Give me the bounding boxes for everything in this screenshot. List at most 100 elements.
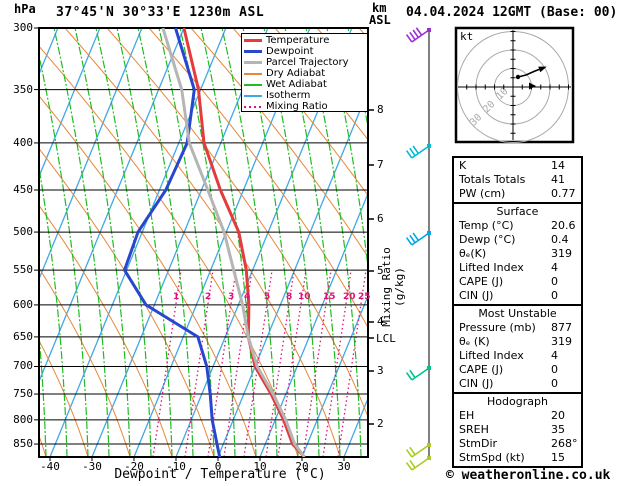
table-row-label: EH <box>459 409 474 423</box>
legend-label: Wet Adiabat <box>266 80 327 90</box>
pressure-tick-label: 500 <box>7 226 33 238</box>
table-row-label: Lifted Index <box>459 261 524 275</box>
table-row: StmSpd (kt) 15 <box>454 451 581 465</box>
run-datetime: 04.04.2024 12GMT (Base: 00) <box>406 5 617 20</box>
table-row-value: 4 <box>551 261 558 275</box>
legend-label: Isotherm <box>266 91 310 101</box>
table-row-value: 0 <box>551 377 558 391</box>
table-row-label: Pressure (mb) <box>459 321 536 335</box>
legend-line-swatch <box>244 84 262 86</box>
mixing-ratio-line-label: 4 <box>244 291 250 303</box>
legend-row: Temperature <box>244 35 367 46</box>
legend-line-swatch <box>244 73 262 75</box>
table-row-value: 20.6 <box>551 219 576 233</box>
table-row-label: θₑ(K) <box>459 247 486 261</box>
table-row: CIN (J) 0 <box>454 377 581 391</box>
wind-barb <box>407 28 431 42</box>
temperature-tick-label: 20 <box>285 461 319 473</box>
temperature-tick-label: -30 <box>75 461 109 473</box>
temperature-tick-label: -20 <box>117 461 151 473</box>
table-row-value: 319 <box>551 335 572 349</box>
legend-line-swatch <box>244 39 262 42</box>
table-row: θₑ(K)319 <box>454 247 581 261</box>
legend-line-swatch <box>244 106 262 108</box>
table-row-label: StmDir <box>459 437 497 451</box>
wind-barb <box>407 231 431 245</box>
pressure-tick-label: 750 <box>7 388 33 400</box>
indices-table-section: Most UnstablePressure (mb)877θₑ (K)319Li… <box>452 304 583 394</box>
table-row-label: θₑ (K) <box>459 335 490 349</box>
table-row: CAPE (J) 0 <box>454 275 581 289</box>
legend-label: Mixing Ratio <box>266 102 328 112</box>
legend-line-swatch <box>244 61 262 64</box>
legend-label: Dry Adiabat <box>266 69 325 79</box>
table-row: CIN (J)0 <box>454 289 581 303</box>
table-row: PW (cm)0.77 <box>454 187 581 201</box>
mixing-ratio-line-label: 20 <box>343 291 356 303</box>
indices-table-section: K 14 Totals Totals 41PW (cm)0.77 <box>452 156 583 204</box>
indices-tables: K14Totals Totals41PW (cm)0.77SurfaceTemp… <box>452 156 583 468</box>
temperature-tick-label: -10 <box>159 461 193 473</box>
hodograph-unit-label: kt <box>460 30 473 43</box>
table-row-value: 14 <box>551 159 565 173</box>
table-row-label: Totals Totals <box>459 173 525 187</box>
wind-barb <box>407 456 431 470</box>
legend-line-swatch <box>244 50 262 53</box>
pressure-tick-label: 300 <box>7 22 33 34</box>
altitude-tick-label: 3 <box>377 365 384 377</box>
mixing-ratio-line-label: 15 <box>323 291 336 303</box>
wind-barb <box>407 443 431 457</box>
lcl-marker-label: LCL <box>376 332 396 345</box>
table-row: Totals Totals 41 <box>454 173 581 187</box>
temperature-tick-label: 30 <box>327 461 361 473</box>
table-row: CAPE (J) 0 <box>454 363 581 377</box>
table-row-value: 0 <box>551 275 558 289</box>
altitude-tick-label: 7 <box>377 159 384 171</box>
indices-table-section: SurfaceTemp (°C) 20.6Dewp (°C)0.4θₑ(K)319… <box>452 202 583 306</box>
temperature-tick-label: -40 <box>33 461 67 473</box>
table-row-label: Temp (°C) <box>459 219 514 233</box>
table-row: K 14 <box>454 159 581 173</box>
table-row-value: 0 <box>551 363 558 377</box>
table-row-value: 15 <box>551 451 565 465</box>
pressure-axis-unit: hPa <box>14 2 36 16</box>
altitude-tick-label: 2 <box>377 418 384 430</box>
table-row: Lifted Index4 <box>454 349 581 363</box>
footer-credit: © weatheronline.co.uk <box>446 468 610 483</box>
table-row: θₑ (K) 319 <box>454 335 581 349</box>
altitude-tick-label: 6 <box>377 213 384 225</box>
mixing-ratio-line-label: 2 <box>205 291 211 303</box>
temperature-tick-label: 10 <box>243 461 277 473</box>
table-row-value: 20 <box>551 409 565 423</box>
temperature-tick-label: 0 <box>201 461 235 473</box>
mixing-ratio-line-label: 25 <box>358 291 371 303</box>
legend-row: Isotherm <box>244 90 367 101</box>
table-row-value: 4 <box>551 349 558 363</box>
table-row-value: 41 <box>551 173 565 187</box>
pressure-tick-label: 850 <box>7 438 33 450</box>
table-row: EH 20 <box>454 409 581 423</box>
altitude-tick-label: 8 <box>377 104 384 116</box>
legend-label: Temperature <box>266 36 329 46</box>
table-row-label: CIN (J) <box>459 377 493 391</box>
table-row-value: 0.77 <box>551 187 576 201</box>
table-row-value: 0.4 <box>551 233 569 247</box>
table-row-label: K <box>459 159 466 173</box>
table-row: Lifted Index 4 <box>454 261 581 275</box>
table-row-label: CAPE (J) <box>459 275 503 289</box>
table-section-header: Surface <box>454 205 581 219</box>
altitude-tick-label: 4 <box>377 316 384 328</box>
table-row: Dewp (°C)0.4 <box>454 233 581 247</box>
mixing-ratio-line-label: 8 <box>286 291 292 303</box>
mixing-ratio-line-label: 10 <box>298 291 311 303</box>
pressure-tick-label: 700 <box>7 360 33 372</box>
pressure-tick-label: 550 <box>7 264 33 276</box>
sounding-page: 102030 hPa 37°45'N 30°33'E 1230m ASL km … <box>0 0 629 486</box>
table-row-value: 35 <box>551 423 565 437</box>
mixing-ratio-axis-label: Mixing Ratio (g/kg) <box>380 226 406 348</box>
altitude-axis-unit-asl: ASL <box>369 13 391 27</box>
table-row-label: CAPE (J) <box>459 363 503 377</box>
altitude-tick-label: 5 <box>377 265 384 277</box>
table-row: Pressure (mb)877 <box>454 321 581 335</box>
table-row-label: StmSpd (kt) <box>459 451 525 465</box>
